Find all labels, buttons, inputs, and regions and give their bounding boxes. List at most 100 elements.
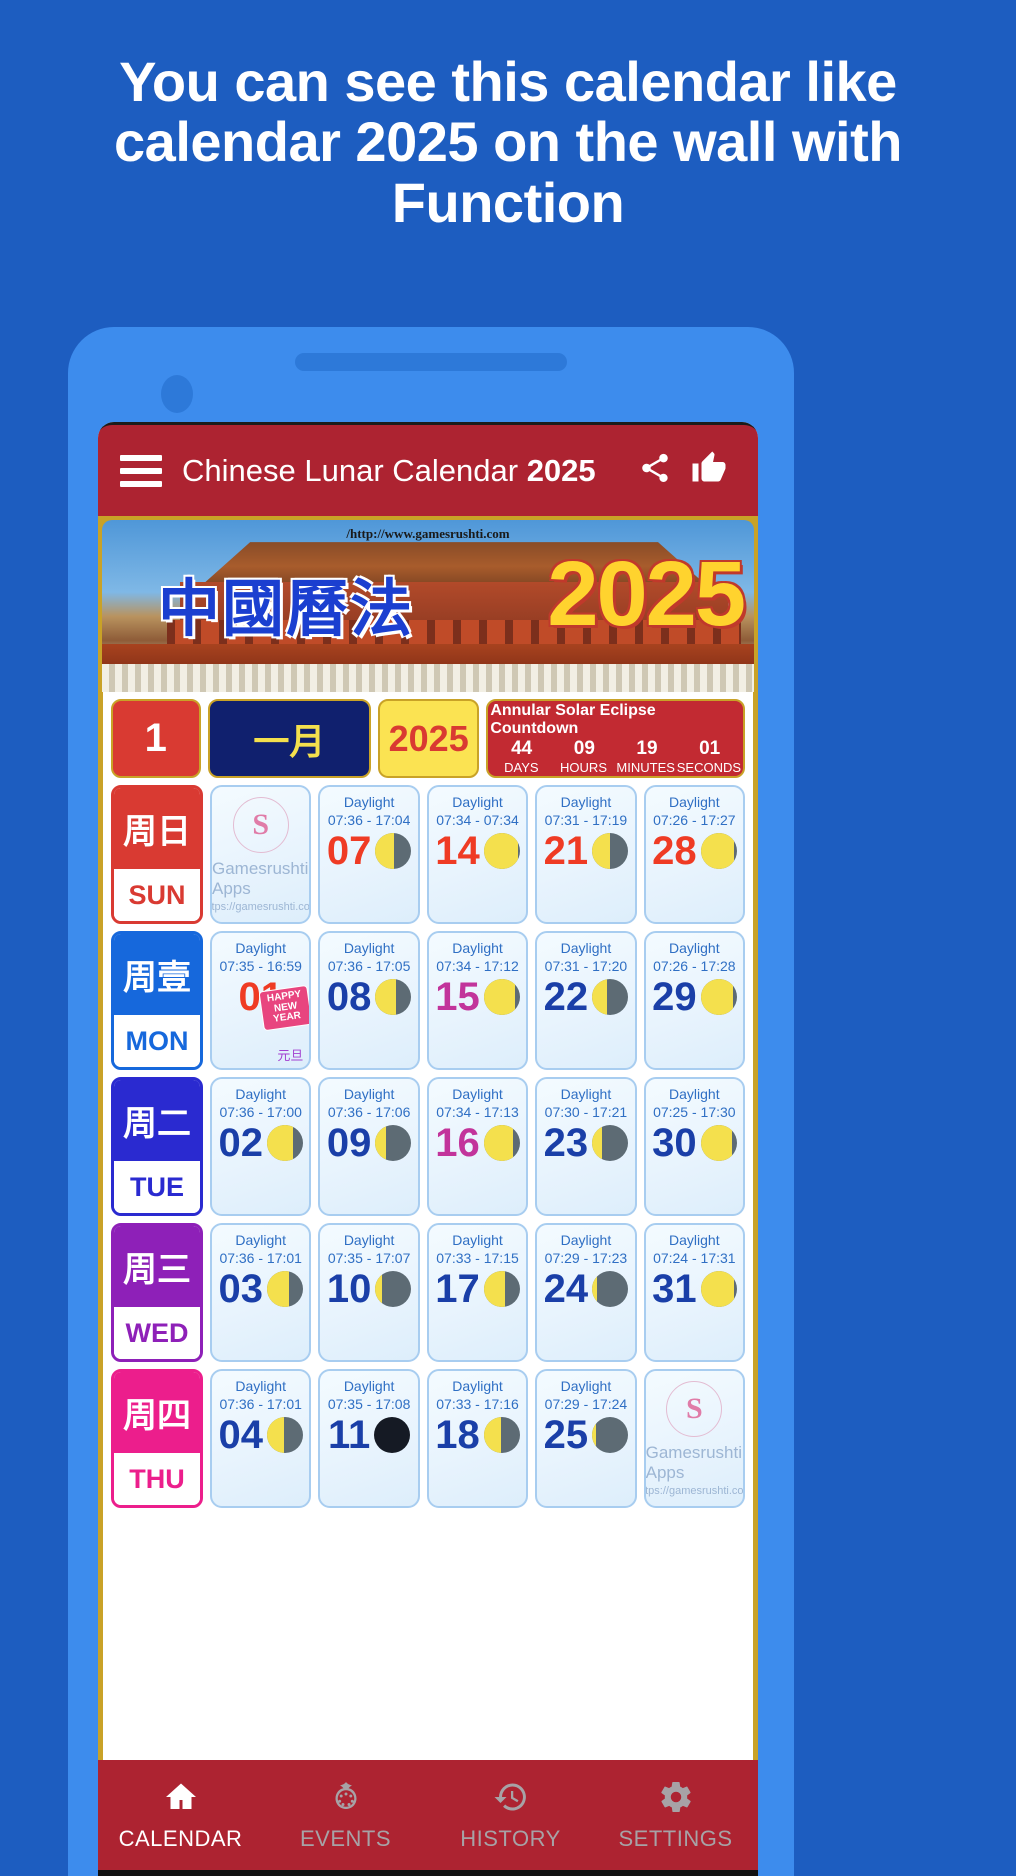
weekday-header-sun[interactable]: 周日 SUN xyxy=(111,785,203,924)
moon-phase-icon xyxy=(592,1271,629,1307)
calendar-day-cell[interactable]: Daylight 07:26 - 17:27 28 xyxy=(643,785,746,924)
day-number: 15 xyxy=(435,975,480,1019)
daylight-info: Daylight 07:34 - 17:12 xyxy=(429,940,526,975)
calendar-day-cell[interactable]: Daylight 07:33 - 17:15 17 xyxy=(426,1223,529,1362)
calendar-day-cell[interactable]: Daylight 07:25 - 17:30 30 xyxy=(643,1077,746,1216)
moon-phase-icon xyxy=(700,1271,737,1307)
calendar-day-cell[interactable]: Daylight 07:30 - 17:21 23 xyxy=(535,1077,637,1216)
daylight-info: Daylight 07:36 - 17:01 xyxy=(212,1378,309,1413)
day-number-row: 28 xyxy=(646,831,743,871)
day-number: 28 xyxy=(652,829,697,873)
daylight-label: Daylight xyxy=(235,1378,286,1394)
daylight-info: Daylight 07:35 - 16:59 xyxy=(212,940,309,975)
daylight-label: Daylight xyxy=(343,794,395,810)
daylight-times: 07:29 - 17:23 xyxy=(544,1249,628,1266)
calendar-week-row: 周三 WED Daylight 07:36 - 17:01 03 Daylight 07:3… xyxy=(111,1223,746,1362)
daylight-label: Daylight xyxy=(452,794,503,810)
moon-lit-portion xyxy=(266,1271,290,1307)
app-screen: Chinese Lunar Calendar 2025 /http://www.… xyxy=(98,422,758,1876)
calendar-day-cell[interactable]: Daylight 07:35 - 17:07 10 xyxy=(318,1223,420,1362)
nav-item-events[interactable]: EVENTS xyxy=(263,1760,428,1870)
moon-phase-icon xyxy=(592,1125,629,1161)
watermark-cell: S Gamesrushti Apps https://gamesrushti.com xyxy=(210,785,312,924)
day-number-row: 14 xyxy=(429,831,526,871)
calendar-day-cell[interactable]: Daylight 07:36 - 17:01 04 xyxy=(210,1369,312,1508)
month-number-button[interactable]: 1 xyxy=(111,699,201,778)
daylight-times: 07:31 - 17:20 xyxy=(544,957,628,974)
day-number: 23 xyxy=(543,1121,589,1165)
day-number-row: 22 xyxy=(537,977,634,1017)
thumbs-up-icon[interactable] xyxy=(682,450,736,491)
gear-icon xyxy=(658,1779,694,1820)
day-number-row: 23 xyxy=(537,1123,634,1163)
day-number-row: 24 xyxy=(537,1269,634,1309)
daylight-times: 07:34 - 17:12 xyxy=(436,957,519,974)
day-number-row: 29 xyxy=(646,977,743,1017)
calendar-day-cell[interactable]: Daylight 07:36 - 17:06 09 xyxy=(318,1077,420,1216)
day-number: 31 xyxy=(652,1267,697,1311)
daylight-label: Daylight xyxy=(343,1232,395,1248)
daylight-times: 07:34 - 17:13 xyxy=(436,1103,519,1120)
weekday-header-tue[interactable]: 周二 TUE xyxy=(111,1077,203,1216)
moon-lit-portion xyxy=(700,833,734,869)
moon-lit-portion xyxy=(592,979,608,1015)
calendar-day-cell[interactable]: Daylight 07:29 - 17:24 25 xyxy=(535,1369,637,1508)
nav-item-calendar[interactable]: CALENDAR xyxy=(98,1760,263,1870)
month-chinese-button[interactable]: 一月 xyxy=(207,699,372,778)
moon-phase-icon xyxy=(700,979,737,1015)
moon-lit-portion xyxy=(592,1125,602,1161)
nav-item-settings[interactable]: SETTINGS xyxy=(593,1760,758,1870)
nav-item-label: HISTORY xyxy=(460,1825,561,1851)
calendar-day-cell[interactable]: Daylight 07:35 - 17:08 11 xyxy=(318,1369,420,1508)
moon-lit-portion xyxy=(700,1125,732,1161)
calendar-day-cell[interactable]: Daylight 07:29 - 17:23 24 xyxy=(535,1223,637,1362)
hamburger-icon[interactable] xyxy=(120,448,162,494)
weekday-header-wed[interactable]: 周三 WED xyxy=(111,1223,203,1362)
weekday-header-thu[interactable]: 周四 THU xyxy=(111,1369,203,1508)
daylight-times: 07:26 - 17:28 xyxy=(653,957,736,974)
calendar-day-cell[interactable]: Daylight 07:36 - 17:05 08 xyxy=(318,931,420,1070)
calendar-day-cell[interactable]: Daylight 07:36 - 17:04 07 xyxy=(318,785,420,924)
brand-link: https://gamesrushti.com xyxy=(645,1484,744,1497)
nav-item-history[interactable]: HISTORY xyxy=(428,1760,593,1870)
day-number-row: 30 xyxy=(646,1123,743,1163)
calendar-day-cell[interactable]: Daylight 07:26 - 17:28 29 xyxy=(643,931,746,1070)
clock-history-icon xyxy=(493,1779,529,1820)
day-number: 03 xyxy=(218,1267,263,1311)
calendar-day-cell[interactable]: Daylight 07:34 - 07:34 14 xyxy=(426,785,529,924)
day-number-row: 08 xyxy=(320,977,417,1017)
calendar-day-cell[interactable]: Daylight 07:31 - 17:20 22 xyxy=(535,931,637,1070)
calendar-day-cell[interactable]: Daylight 07:33 - 17:16 18 xyxy=(426,1369,529,1508)
weekday-header-mon[interactable]: 周壹 MON xyxy=(111,931,203,1070)
eclipse-countdown[interactable]: Annular Solar Eclipse Countdown 44 09 19… xyxy=(486,699,746,778)
calendar-day-cell[interactable]: Daylight 07:34 - 17:12 15 xyxy=(426,931,529,1070)
moon-phase-icon xyxy=(483,833,520,869)
calendar-day-cell[interactable]: Daylight 07:36 - 17:01 03 xyxy=(210,1223,312,1362)
moon-lit-portion xyxy=(483,979,516,1015)
moon-lit-portion xyxy=(375,1271,382,1307)
daylight-info: Daylight 07:36 - 17:05 xyxy=(320,940,417,975)
day-number-row: 07 xyxy=(320,831,417,871)
weekday-chinese-label: 周三 xyxy=(114,1226,200,1307)
year-button[interactable]: 2025 xyxy=(378,699,480,778)
day-number: 16 xyxy=(435,1121,480,1165)
daylight-times: 07:30 - 17:21 xyxy=(544,1103,628,1120)
calendar-day-cell[interactable]: Daylight 07:36 - 17:00 02 xyxy=(210,1077,312,1216)
banner-year: 2025 xyxy=(547,543,746,645)
daylight-label: Daylight xyxy=(669,1086,720,1102)
moon-phase-icon xyxy=(700,1125,737,1161)
share-icon[interactable] xyxy=(628,451,682,490)
daylight-label: Daylight xyxy=(560,1086,612,1102)
home-icon xyxy=(163,1779,199,1820)
moon-phase-icon xyxy=(700,833,737,869)
daylight-times: 07:35 - 17:08 xyxy=(327,1395,411,1412)
calendar-day-cell[interactable]: Daylight 07:34 - 17:13 16 xyxy=(426,1077,529,1216)
calendar-day-cell[interactable]: Daylight07:35 - 16:5901HAPPY NEW YEAR元旦 xyxy=(210,931,312,1070)
day-number-row: 10 xyxy=(320,1269,417,1309)
daylight-label: Daylight xyxy=(343,1378,395,1394)
daylight-times: 07:31 - 17:19 xyxy=(544,811,628,828)
calendar-day-cell[interactable]: Daylight 07:31 - 17:19 21 xyxy=(535,785,637,924)
calendar-day-cell[interactable]: Daylight 07:24 - 17:31 31 xyxy=(643,1223,746,1362)
app-title-text: Chinese Lunar Calendar xyxy=(182,452,519,488)
moon-lit-portion xyxy=(592,1271,598,1307)
